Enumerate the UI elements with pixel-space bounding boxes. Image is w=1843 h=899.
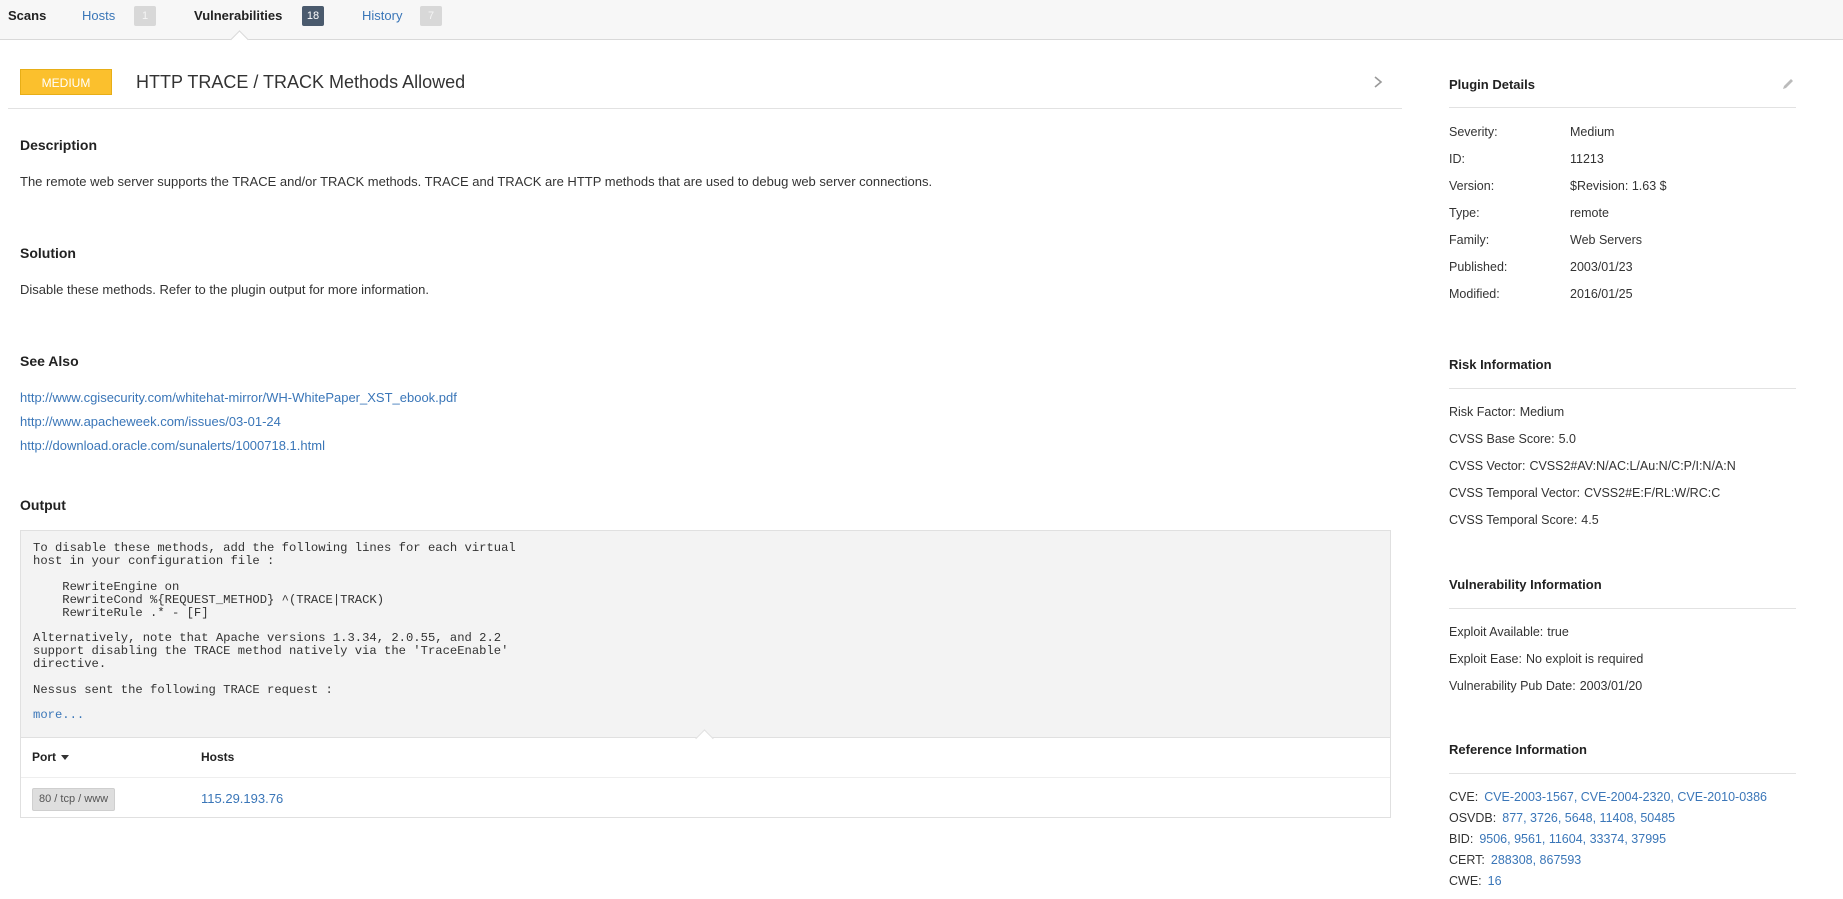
risk-row: CVSS Temporal Vector: CVSS2#E:F/RL:W/RC:C bbox=[1449, 486, 1720, 500]
vulnerabilities-count-badge: 18 bbox=[302, 6, 324, 26]
reference-row: CERT: 288308, 867593 bbox=[1449, 853, 1581, 867]
solution-heading: Solution bbox=[20, 245, 76, 261]
port-column-header[interactable]: Port bbox=[32, 750, 69, 764]
tab-hosts[interactable]: Hosts bbox=[82, 6, 115, 26]
risk-information-heading: Risk Information bbox=[1449, 357, 1552, 372]
reference-links[interactable]: 288308, 867593 bbox=[1491, 853, 1581, 867]
vuln-info-row: Exploit Available: true bbox=[1449, 625, 1569, 639]
detail-value: Medium bbox=[1570, 125, 1615, 139]
risk-row: CVSS Vector: CVSS2#AV:N/AC:L/Au:N/C:P/I:N… bbox=[1449, 459, 1736, 473]
table-divider bbox=[21, 777, 1390, 778]
detail-value: 2003/01/23 bbox=[1570, 260, 1633, 274]
risk-value: 5.0 bbox=[1558, 432, 1576, 446]
reference-links[interactable]: 9506, 9561, 11604, 33374, 37995 bbox=[1479, 832, 1666, 846]
section-divider bbox=[1449, 773, 1796, 774]
top-nav-bar: Scans Hosts 1 Vulnerabilities 18 History… bbox=[0, 0, 1843, 49]
risk-label: CVSS Temporal Vector: bbox=[1449, 486, 1581, 500]
vulnerability-information-heading: Vulnerability Information bbox=[1449, 577, 1602, 592]
see-also-link[interactable]: http://www.cgisecurity.com/whitehat-mirr… bbox=[20, 390, 457, 405]
vuln-info-value: No exploit is required bbox=[1525, 652, 1644, 666]
reference-row: CVE: CVE-2003-1567, CVE-2004-2320, CVE-20… bbox=[1449, 790, 1767, 804]
detail-label: Severity: bbox=[1449, 125, 1498, 139]
vuln-info-label: Vulnerability Pub Date: bbox=[1449, 679, 1576, 693]
detail-value: 2016/01/25 bbox=[1570, 287, 1633, 301]
description-text: The remote web server supports the TRACE… bbox=[20, 174, 933, 189]
see-also-link[interactable]: http://www.apacheweek.com/issues/03-01-2… bbox=[20, 414, 281, 429]
risk-value: Medium bbox=[1519, 405, 1565, 419]
reference-row: OSVDB: 877, 3726, 5648, 11408, 50485 bbox=[1449, 811, 1675, 825]
hosts-column-header[interactable]: Hosts bbox=[201, 750, 234, 764]
risk-row: Risk Factor: Medium bbox=[1449, 405, 1564, 419]
risk-value: CVSS2#AV:N/AC:L/Au:N/C:P/I:N/A:N bbox=[1529, 459, 1736, 473]
detail-label: Version: bbox=[1449, 179, 1495, 193]
see-also-link[interactable]: http://download.oracle.com/sunalerts/100… bbox=[20, 438, 325, 453]
reference-label: CWE: bbox=[1449, 874, 1482, 888]
risk-label: CVSS Base Score: bbox=[1449, 432, 1555, 446]
detail-label: Family: bbox=[1449, 233, 1490, 247]
reference-label: OSVDB: bbox=[1449, 811, 1497, 825]
detail-label: Published: bbox=[1449, 260, 1508, 274]
chevron-right-icon[interactable] bbox=[1373, 72, 1383, 92]
vuln-info-value: true bbox=[1547, 625, 1569, 639]
detail-value: remote bbox=[1570, 206, 1609, 220]
detail-value: Web Servers bbox=[1570, 233, 1643, 247]
risk-label: Risk Factor: bbox=[1449, 405, 1516, 419]
reference-links[interactable]: CVE-2003-1567, CVE-2004-2320, CVE-2010-0… bbox=[1484, 790, 1767, 804]
vuln-info-row: Exploit Ease: No exploit is required bbox=[1449, 652, 1643, 666]
risk-label: CVSS Vector: bbox=[1449, 459, 1526, 473]
vuln-info-label: Exploit Ease: bbox=[1449, 652, 1522, 666]
reference-links[interactable]: 16 bbox=[1488, 874, 1502, 888]
detail-label: Modified: bbox=[1449, 287, 1500, 301]
risk-row: CVSS Base Score: 5.0 bbox=[1449, 432, 1576, 446]
header-divider bbox=[8, 108, 1402, 109]
detail-label: Type: bbox=[1449, 206, 1480, 220]
plugin-output-text: To disable these methods, add the follow… bbox=[33, 541, 516, 697]
reference-links[interactable]: 877, 3726, 5648, 11408, 50485 bbox=[1502, 811, 1675, 825]
tab-vulnerabilities[interactable]: Vulnerabilities bbox=[194, 6, 282, 26]
port-chip: 80 / tcp / www bbox=[32, 788, 116, 811]
vulnerability-title: HTTP TRACE / TRACK Methods Allowed bbox=[136, 72, 466, 92]
section-divider bbox=[1449, 107, 1796, 108]
vuln-info-label: Exploit Available: bbox=[1449, 625, 1544, 639]
solution-text: Disable these methods. Refer to the plug… bbox=[20, 282, 429, 297]
risk-value: 4.5 bbox=[1581, 513, 1599, 527]
detail-value: $Revision: 1.63 $ bbox=[1570, 179, 1667, 193]
history-count-badge: 7 bbox=[420, 6, 442, 26]
severity-badge: MEDIUM bbox=[20, 69, 112, 95]
tab-history[interactable]: History bbox=[362, 6, 402, 26]
more-output-link[interactable]: more... bbox=[33, 708, 84, 722]
vuln-info-value: 2003/01/20 bbox=[1579, 679, 1643, 693]
active-tab-indicator bbox=[230, 30, 249, 49]
vuln-info-row: Vulnerability Pub Date: 2003/01/20 bbox=[1449, 679, 1642, 693]
reference-row: CWE: 16 bbox=[1449, 874, 1502, 888]
reference-label: BID: bbox=[1449, 832, 1474, 846]
edit-pencil-icon[interactable] bbox=[1781, 77, 1795, 91]
detail-label: ID: bbox=[1449, 152, 1465, 166]
plugin-details-heading: Plugin Details bbox=[1449, 77, 1535, 92]
reference-label: CERT: bbox=[1449, 853, 1485, 867]
see-also-heading: See Also bbox=[20, 353, 79, 369]
section-divider bbox=[1449, 388, 1796, 389]
sort-desc-icon bbox=[61, 755, 69, 761]
risk-row: CVSS Temporal Score: 4.5 bbox=[1449, 513, 1599, 527]
output-heading: Output bbox=[20, 497, 66, 513]
detail-value: 11213 bbox=[1570, 152, 1604, 166]
reference-information-heading: Reference Information bbox=[1449, 742, 1587, 757]
risk-label: CVSS Temporal Score: bbox=[1449, 513, 1578, 527]
risk-value: CVSS2#E:F/RL:W/RC:C bbox=[1584, 486, 1721, 500]
host-link[interactable]: 115.29.193.76 bbox=[201, 791, 283, 806]
reference-label: CVE: bbox=[1449, 790, 1479, 804]
port-column-label: Port bbox=[32, 750, 56, 764]
description-heading: Description bbox=[20, 137, 98, 153]
nav-scans-link[interactable]: Scans bbox=[8, 6, 46, 26]
hosts-count-badge: 1 bbox=[134, 6, 156, 26]
section-divider bbox=[1449, 608, 1796, 609]
reference-row: BID: 9506, 9561, 11604, 33374, 37995 bbox=[1449, 832, 1666, 846]
